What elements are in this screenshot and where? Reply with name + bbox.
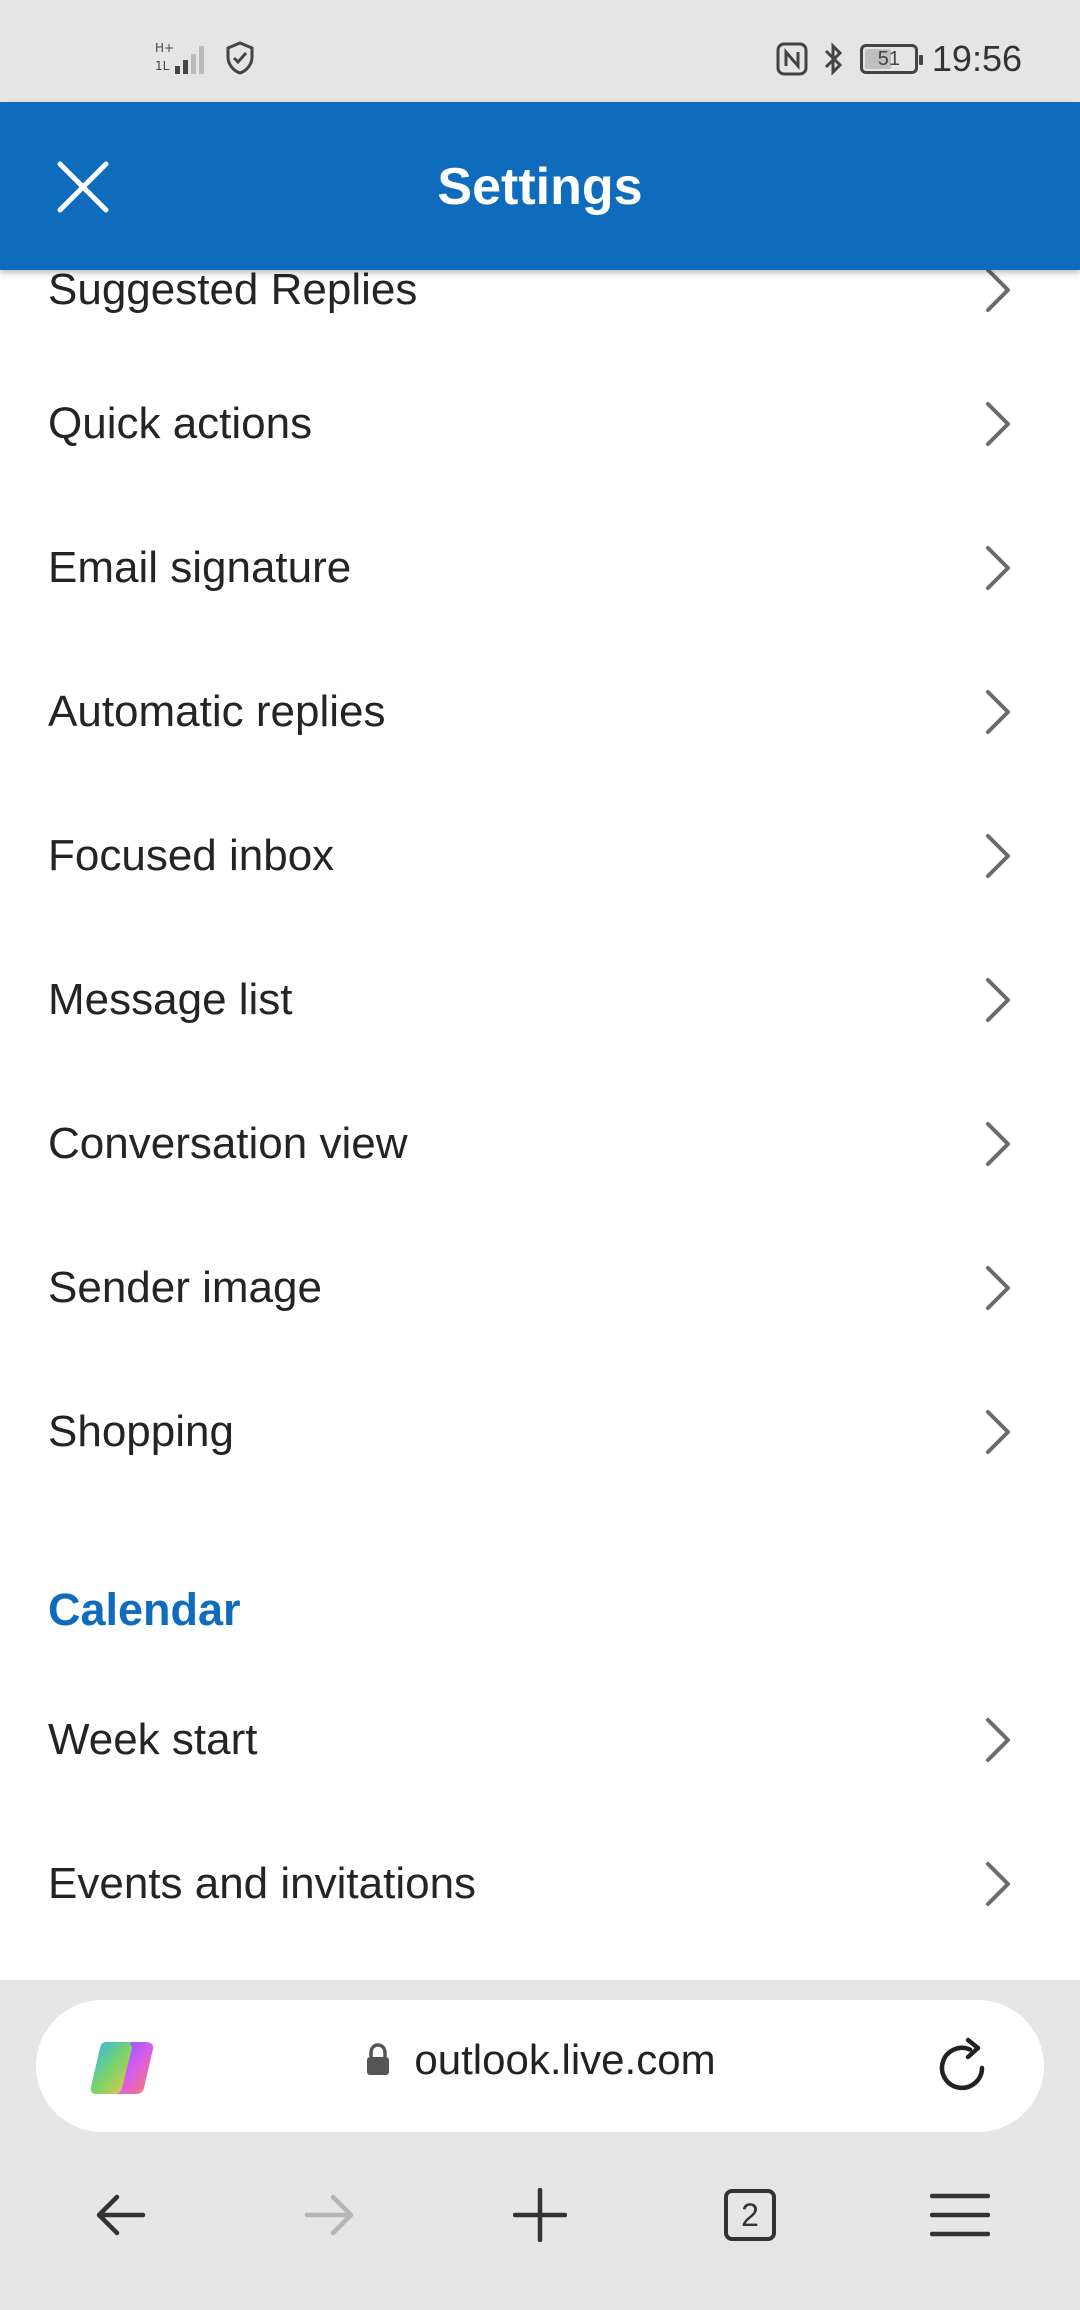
chevron-right-icon <box>978 262 1018 318</box>
svg-text:H+: H+ <box>155 41 174 55</box>
settings-item-quick-actions[interactable]: Quick actions <box>0 352 1080 496</box>
settings-item-week-start[interactable]: Week start <box>0 1668 1080 1812</box>
settings-item-conversation-view[interactable]: Conversation view <box>0 1072 1080 1216</box>
settings-item-email-signature[interactable]: Email signature <box>0 496 1080 640</box>
settings-item-label: Week start <box>48 1715 258 1764</box>
settings-item-message-list[interactable]: Message list <box>0 928 1080 1072</box>
settings-item-label: Automatic replies <box>48 687 386 736</box>
chevron-right-icon <box>978 684 1018 740</box>
settings-item-label: Email signature <box>48 543 352 592</box>
chevron-right-icon <box>978 540 1018 596</box>
new-tab-button[interactable] <box>500 2180 580 2250</box>
settings-item-sender-image[interactable]: Sender image <box>0 1216 1080 1360</box>
forward-button[interactable] <box>290 2180 370 2250</box>
arrow-left-icon <box>96 2194 146 2236</box>
address-bar[interactable]: outlook.live.com <box>36 2000 1044 2132</box>
settings-item-label: Events and invitations <box>48 1859 477 1908</box>
settings-header: Settings <box>0 102 1080 270</box>
hamburger-menu-icon <box>930 2193 990 2237</box>
settings-item-label: Focused inbox <box>48 831 335 880</box>
browser-toolbar: outlook.live.com 2 <box>0 1980 1080 2310</box>
section-header-calendar: Calendar <box>48 1584 241 1635</box>
battery-icon: 51 <box>859 44 923 74</box>
lock-icon <box>367 2043 390 2075</box>
chevron-right-icon <box>978 972 1018 1028</box>
back-button[interactable] <box>80 2180 160 2250</box>
settings-item-focused-inbox[interactable]: Focused inbox <box>0 784 1080 928</box>
cellular-signal-icon: H+ 1L <box>155 41 204 74</box>
menu-button[interactable] <box>920 2180 1000 2250</box>
browser-nav-row: 2 <box>0 2160 1080 2270</box>
settings-item-shopping[interactable]: Shopping <box>0 1360 1080 1504</box>
arrow-right-icon <box>304 2194 354 2236</box>
settings-item-events-and-invitations[interactable]: Events and invitations <box>0 1812 1080 1956</box>
status-right: 51 19:56 <box>776 38 1022 80</box>
chevron-right-icon <box>978 1712 1018 1768</box>
settings-item-label: Quick actions <box>48 399 313 448</box>
chevron-right-icon <box>978 828 1018 884</box>
chevron-right-icon <box>978 1116 1018 1172</box>
clock: 19:56 <box>931 38 1022 79</box>
tab-count-icon: 2 <box>724 2189 776 2241</box>
battery-level: 51 <box>877 47 901 70</box>
url-display[interactable]: outlook.live.com <box>36 2036 1044 2084</box>
bluetooth-icon <box>824 42 843 76</box>
settings-item-automatic-replies[interactable]: Automatic replies <box>0 640 1080 784</box>
settings-item-label: Suggested Replies <box>48 265 418 314</box>
plus-icon <box>513 2188 567 2242</box>
page-title: Settings <box>437 158 643 216</box>
settings-item-label: Conversation view <box>48 1119 408 1168</box>
settings-item-label: Shopping <box>48 1407 234 1456</box>
nfc-icon <box>776 42 808 76</box>
shield-icon <box>226 41 254 75</box>
chevron-right-icon <box>978 1260 1018 1316</box>
url-text: outlook.live.com <box>414 2036 716 2083</box>
status-left: H+ 1L <box>155 40 255 76</box>
settings-item-label: Message list <box>48 975 293 1024</box>
status-bar: H+ 1L 51 19:56 <box>0 0 1080 102</box>
svg-text:1L: 1L <box>155 59 170 73</box>
chevron-right-icon <box>978 1856 1018 1912</box>
chevron-right-icon <box>978 1404 1018 1460</box>
tabs-button[interactable]: 2 <box>710 2180 790 2250</box>
settings-list[interactable]: Suggested Replies Quick actions Email si… <box>0 230 1080 1980</box>
tab-count: 2 <box>741 2196 759 2233</box>
settings-item-label: Sender image <box>48 1263 322 1312</box>
reload-icon[interactable] <box>930 2036 994 2100</box>
chevron-right-icon <box>978 396 1018 452</box>
